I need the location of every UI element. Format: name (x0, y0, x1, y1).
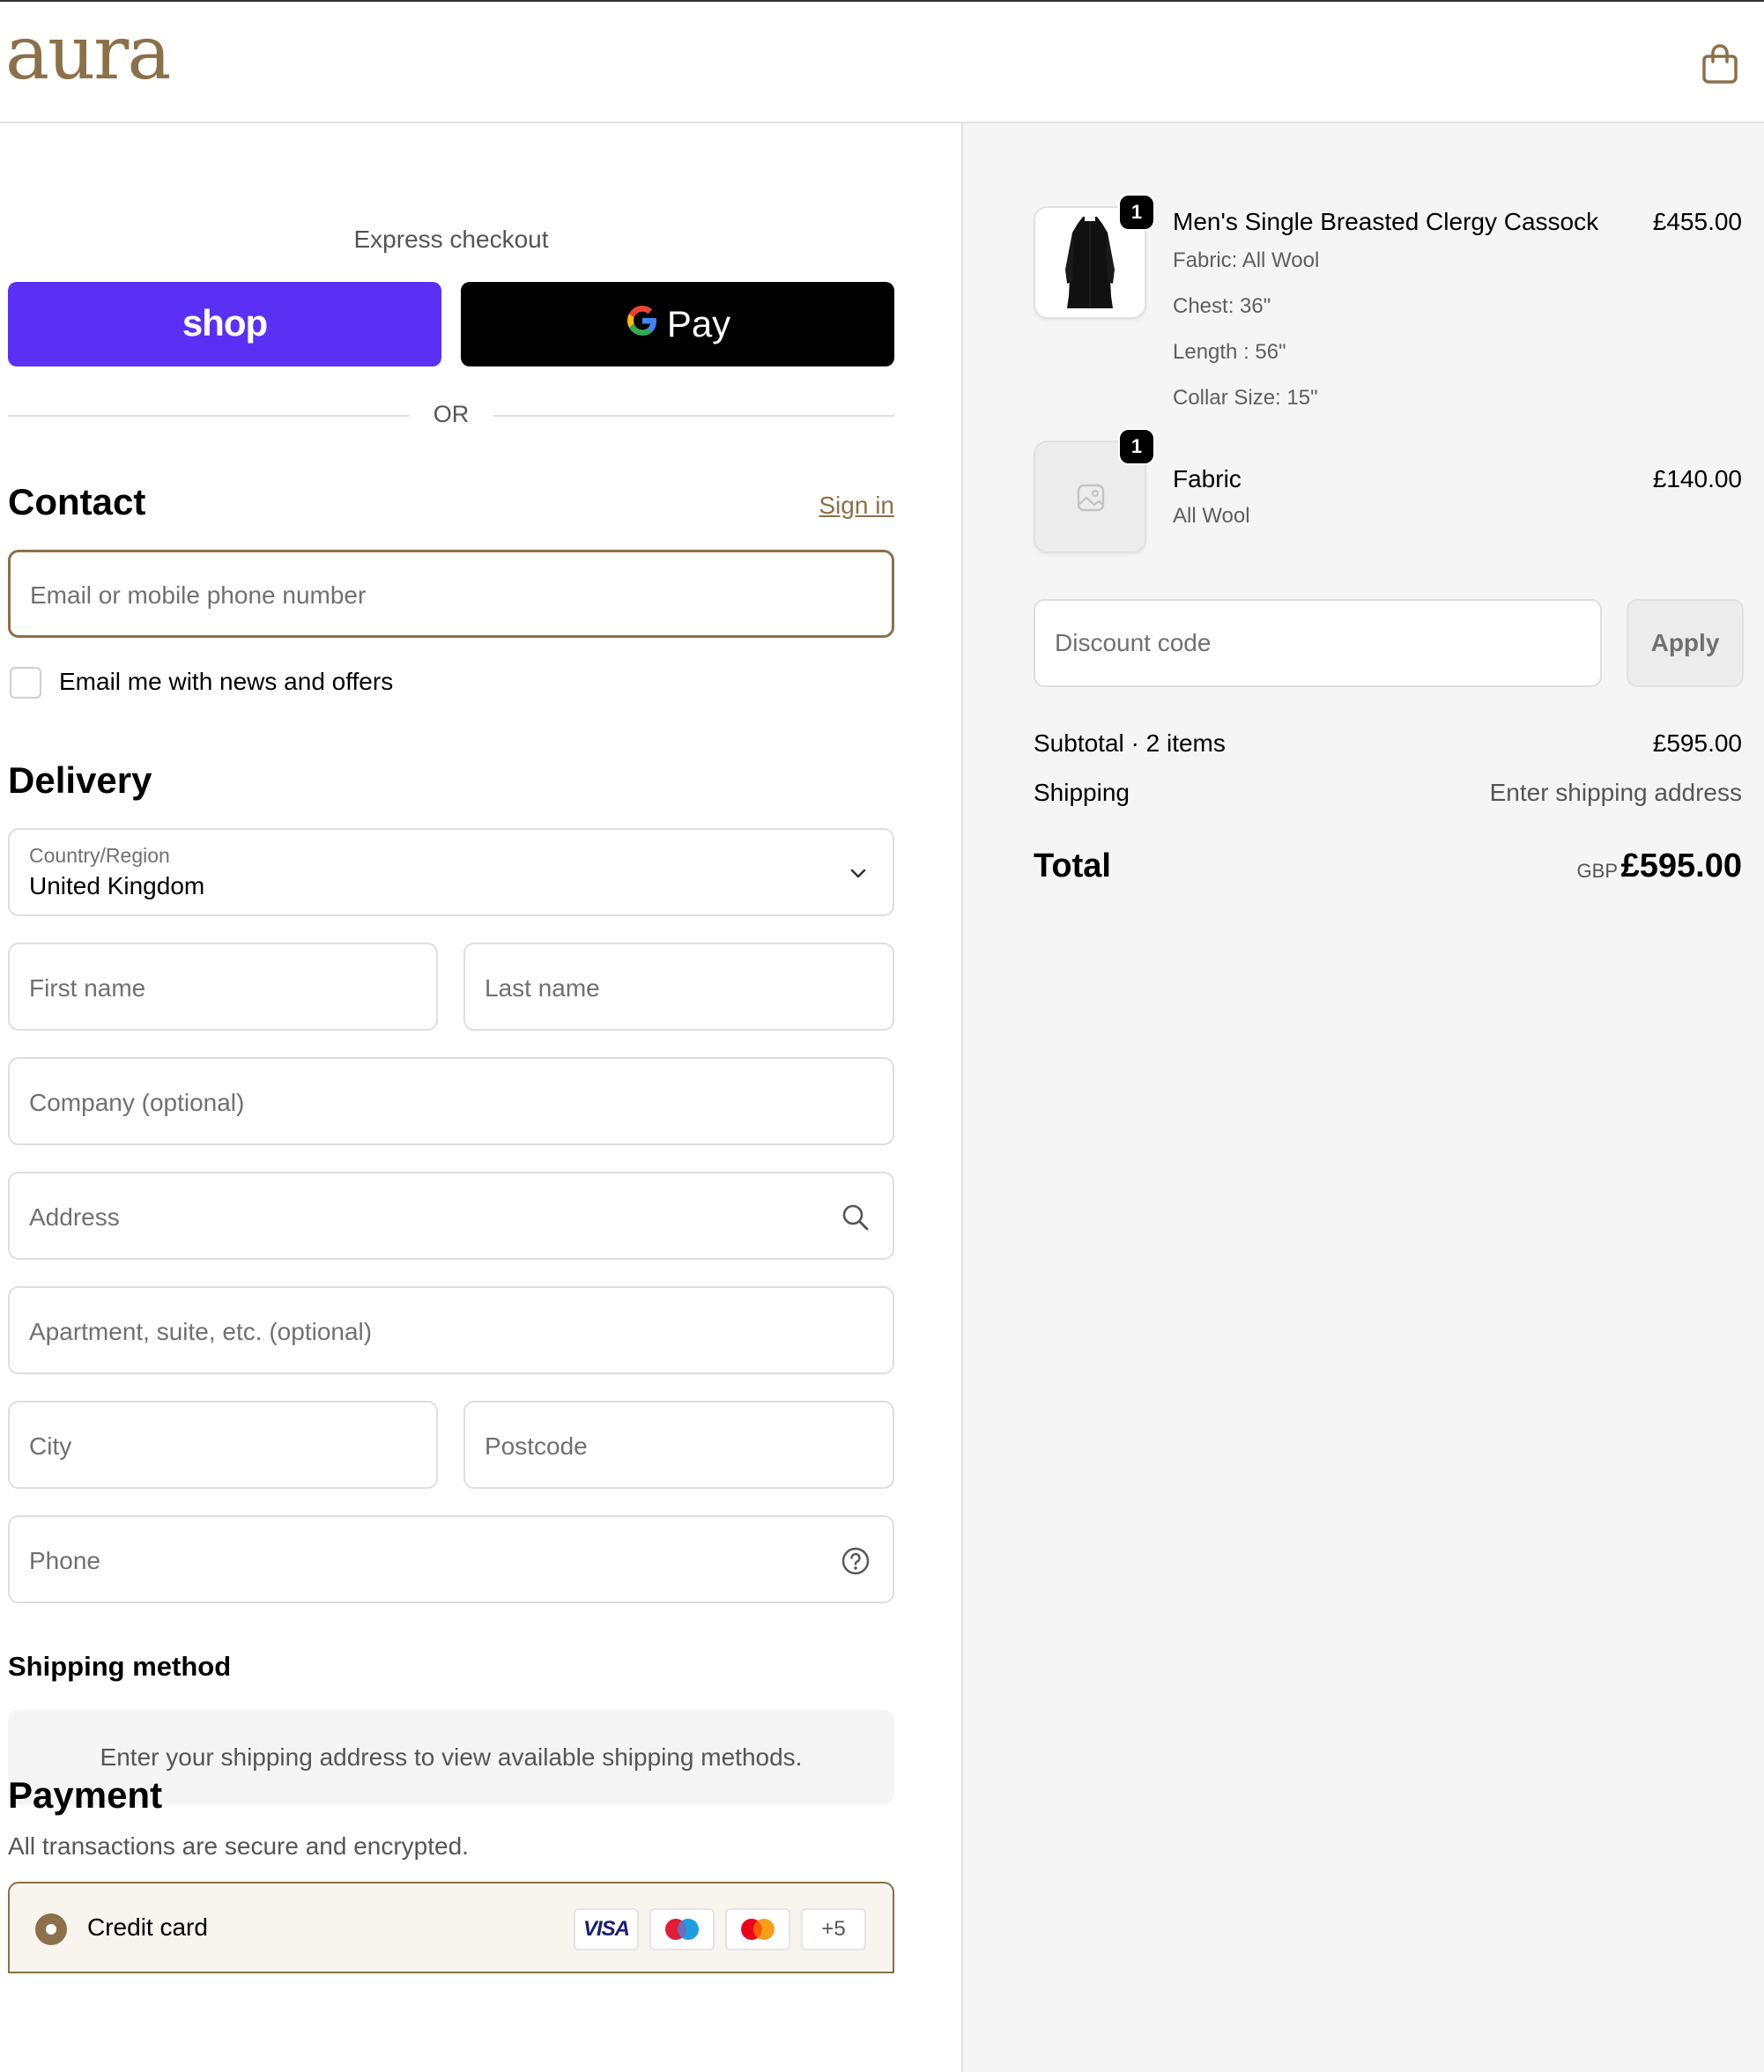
product-title: Men's Single Breasted Clergy Cassock (1173, 208, 1599, 235)
more-cards-badge: +5 (801, 1908, 866, 1950)
phone-placeholder: Phone (29, 1547, 100, 1574)
newsletter-checkbox[interactable] (10, 667, 41, 699)
help-circle-icon[interactable] (840, 1545, 871, 1577)
email-placeholder: Email or mobile phone number (30, 581, 367, 609)
credit-card-radio[interactable] (35, 1913, 67, 1945)
google-pay-label: Pay (666, 303, 731, 344)
payment-subtitle: All transactions are secure and encrypte… (8, 1832, 469, 1860)
product-option: Chest: 36" (1173, 294, 1271, 318)
newsletter-label: Email me with news and offers (59, 668, 394, 695)
city-field[interactable]: City (8, 1401, 438, 1489)
shipping-value: Enter shipping address (1489, 779, 1742, 806)
apartment-placeholder: Apartment, suite, etc. (optional) (29, 1318, 373, 1345)
last-name-placeholder: Last name (485, 974, 600, 1002)
maestro-icon (649, 1908, 715, 1950)
shipping-method-heading: Shipping method (8, 1651, 232, 1682)
company-placeholder: Company (optional) (29, 1089, 245, 1116)
mastercard-logo (741, 1919, 775, 1940)
total-currency: GBP (1576, 860, 1618, 882)
credit-card-option[interactable]: Credit card VISA +5 (8, 1882, 894, 1973)
payment-heading: Payment (8, 1774, 163, 1816)
address-field[interactable]: Address (8, 1172, 894, 1260)
product-option: All Wool (1173, 504, 1250, 528)
first-name-placeholder: First name (29, 974, 146, 1002)
shopping-bag-icon[interactable] (1701, 42, 1739, 85)
order-summary-panel: 1 Men's Single Breasted Clergy Cassock £… (961, 123, 1764, 2072)
discount-code-input[interactable] (1034, 599, 1602, 687)
company-field[interactable]: Company (optional) (8, 1057, 894, 1145)
delivery-heading: Delivery (8, 759, 152, 801)
checkout-form-column: Express checkout shop Pay OR Contact Sig… (0, 123, 961, 2072)
shipping-label: Shipping (1034, 779, 1130, 806)
quantity-badge: 1 (1118, 428, 1155, 465)
credit-card-label: Credit card (87, 1913, 208, 1941)
country-select[interactable]: Country/Region United Kingdom (8, 828, 894, 916)
city-placeholder: City (29, 1432, 72, 1460)
subtotal-value: £595.00 (1652, 729, 1742, 757)
last-name-field[interactable]: Last name (463, 943, 894, 1031)
apartment-field[interactable]: Apartment, suite, etc. (optional) (8, 1286, 894, 1374)
apply-discount-button[interactable]: Apply (1627, 599, 1744, 687)
total-label: Total (1034, 847, 1111, 884)
mastercard-icon (725, 1908, 790, 1950)
visa-icon: VISA (574, 1908, 639, 1950)
google-g-logo (626, 306, 656, 336)
postcode-field[interactable]: Postcode (463, 1401, 894, 1489)
shop-pay-button[interactable]: shop (8, 282, 441, 366)
total-value: £595.00 (1620, 847, 1742, 884)
image-placeholder-icon (1077, 484, 1105, 512)
phone-field[interactable]: Phone (8, 1515, 894, 1603)
or-divider-text: OR (433, 401, 470, 427)
google-g-icon (625, 283, 660, 366)
aura-logo[interactable]: aura (5, 16, 171, 90)
contact-heading: Contact (8, 481, 146, 522)
product-option: Length : 56" (1173, 340, 1286, 364)
product-option: Fabric: All Wool (1173, 248, 1320, 272)
country-label: Country/Region (29, 844, 170, 867)
maestro-logo (665, 1919, 699, 1940)
or-divider-left (8, 415, 409, 417)
quantity-badge: 1 (1118, 194, 1155, 231)
sign-in-link[interactable]: Sign in (819, 492, 894, 520)
site-header: aura (0, 2, 1764, 123)
product-price: £140.00 (1652, 465, 1742, 492)
or-divider-right (493, 415, 894, 417)
chevron-down-icon (850, 869, 866, 878)
first-name-field[interactable]: First name (8, 943, 438, 1031)
product-option: Collar Size: 15" (1173, 386, 1318, 410)
radio-selected-dot (46, 1924, 56, 1935)
address-placeholder: Address (29, 1203, 120, 1231)
search-icon[interactable] (840, 1202, 871, 1233)
country-value: United Kingdom (29, 872, 205, 899)
subtotal-label: Subtotal · 2 items (1034, 729, 1226, 757)
product-title: Fabric (1173, 465, 1241, 492)
product-price: £455.00 (1652, 208, 1742, 235)
postcode-placeholder: Postcode (485, 1432, 588, 1460)
email-field[interactable]: Email or mobile phone number (8, 550, 894, 638)
express-checkout-label: Express checkout (353, 226, 549, 253)
google-pay-button[interactable]: Pay (461, 282, 894, 366)
